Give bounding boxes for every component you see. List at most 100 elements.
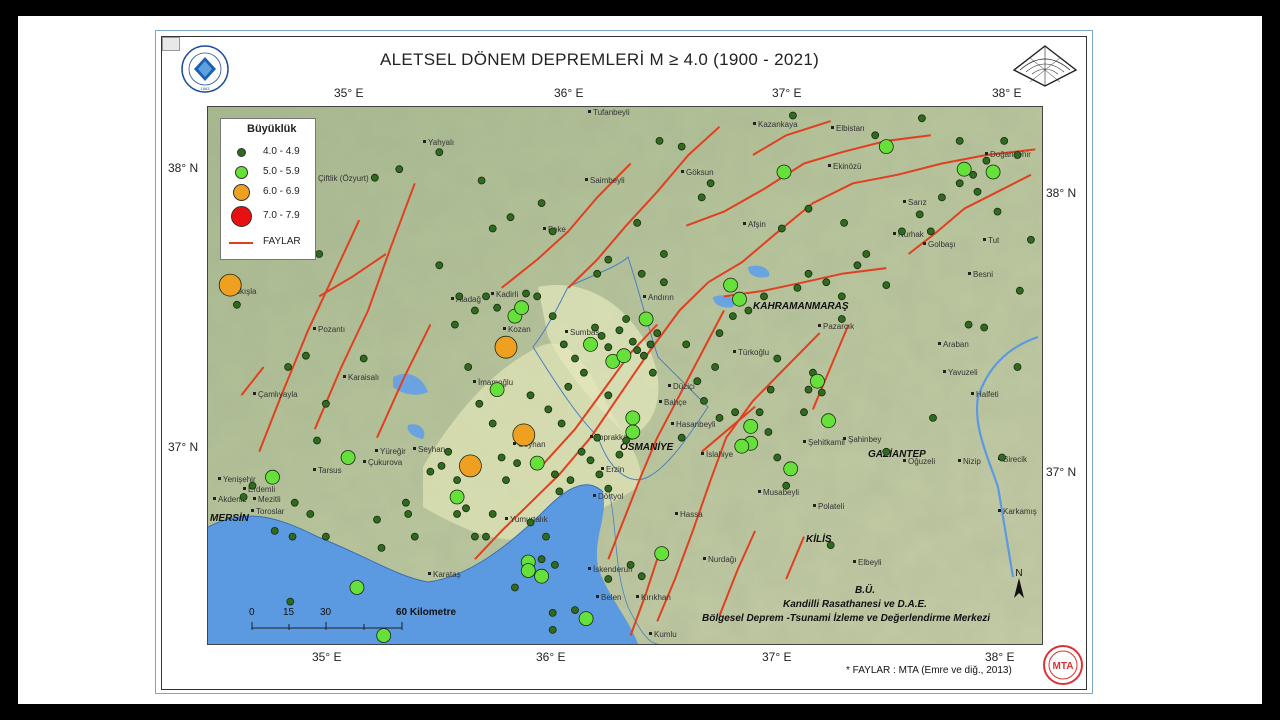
town-marker xyxy=(643,295,646,298)
map-panel[interactable]: KAHRAMANMARAŞ OSMANİYE GAZİANTEP MERSİN KİLİ… xyxy=(207,106,1043,645)
town-marker xyxy=(243,487,246,490)
earthquake-epicenter-m4 xyxy=(955,179,964,188)
town-marker xyxy=(363,460,366,463)
earthquake-epicenter-m4 xyxy=(915,210,924,219)
earthquake-epicenter-m4 xyxy=(559,340,568,349)
earthquake-epicenter-m4 xyxy=(700,396,708,405)
earthquake-epicenter-m5 xyxy=(534,568,550,584)
town-marker xyxy=(590,435,593,438)
legend-fault-line xyxy=(229,242,253,244)
right-tick-label: 37° N xyxy=(1046,465,1077,479)
credit-line3: Bölgesel Deprem -Tsunami İzleme ve Değer… xyxy=(702,613,991,624)
earthquake-epicenter-m4 xyxy=(615,326,624,335)
mta-logo-text: MTA xyxy=(1053,661,1074,672)
district-label: Elbeyli xyxy=(858,558,882,567)
earthquake-epicenter-m4 xyxy=(604,484,613,493)
earthquake-epicenter-m4 xyxy=(522,289,530,298)
district-label: Toroslar xyxy=(256,507,285,516)
earthquake-epicenter-m4 xyxy=(377,543,386,552)
earthquake-epicenter-m4 xyxy=(550,470,559,479)
earthquake-epicenter-m4 xyxy=(477,176,486,185)
earthquake-epicenter-m4 xyxy=(693,377,702,386)
earthquake-epicenter-m6 xyxy=(494,335,518,359)
town-marker xyxy=(675,512,678,515)
legend: Büyüklük 4.0 - 4.9 5.0 - 5.9 6.0 - 6.9 7… xyxy=(220,118,316,260)
earthquake-epicenter-m4 xyxy=(659,250,668,258)
legend-label: FAYLAR xyxy=(263,236,301,247)
earthquake-epicenter-m4 xyxy=(804,269,813,278)
district-label: Hasanbeyli xyxy=(676,420,716,429)
earthquake-epicenter-m4 xyxy=(564,382,573,391)
earthquake-epicenter-m4 xyxy=(306,510,315,518)
map-canvas[interactable]: KAHRAMANMARAŞOSMANİYEGAZİANTEPMERSİNKİLİ… xyxy=(208,107,1042,644)
bottom-tick-label: 37° E xyxy=(762,650,792,664)
earthquake-epicenter-m4 xyxy=(488,419,497,428)
earthquake-epicenter-m4 xyxy=(1015,286,1024,295)
earthquake-epicenter-m4 xyxy=(800,408,808,417)
district-label: Nurdağı xyxy=(708,555,736,564)
earthquake-epicenter-m4 xyxy=(557,419,566,428)
legend-item: 4.0 - 4.9 xyxy=(221,143,315,163)
earthquake-epicenter-m5 xyxy=(821,413,836,429)
district-label: Çamlıyayla xyxy=(258,390,298,399)
north-label: N xyxy=(1015,568,1022,579)
earthquake-epicenter-m4 xyxy=(435,148,444,157)
town-marker xyxy=(733,350,736,353)
earthquake-epicenter-m4 xyxy=(571,606,579,615)
scale-label: 30 xyxy=(320,607,332,618)
earthquake-epicenter-m4 xyxy=(593,269,602,278)
earthquake-epicenter-m5 xyxy=(783,461,799,477)
earthquake-epicenter-m5 xyxy=(956,161,972,177)
town-marker xyxy=(743,222,746,225)
legend-label: 6.0 - 6.9 xyxy=(263,186,300,197)
province-label: MERSİN xyxy=(210,511,250,524)
earthquake-epicenter-m5 xyxy=(349,580,365,595)
district-label: Düziçi xyxy=(673,382,695,391)
district-label: Musabeyli xyxy=(763,488,799,497)
town-marker xyxy=(593,494,596,497)
left-tick-label: 37° N xyxy=(168,440,199,454)
earthquake-epicenter-m4 xyxy=(450,320,459,329)
earthquake-epicenter-m4 xyxy=(401,498,410,507)
earthquake-epicenter-m4 xyxy=(322,532,330,541)
earthquake-epicenter-m4 xyxy=(470,306,479,315)
earthquake-epicenter-m4 xyxy=(622,315,631,323)
image-placeholder-icon xyxy=(162,37,180,51)
earthquake-epicenter-m4 xyxy=(677,142,686,151)
town-marker xyxy=(451,297,454,300)
earthquake-epicenter-m4 xyxy=(882,281,891,290)
district-label: Göksun xyxy=(686,168,714,177)
district-label: Çukurova xyxy=(368,458,403,467)
earthquake-epicenter-m4 xyxy=(655,137,664,145)
earthquake-epicenter-m4 xyxy=(302,351,310,360)
town-marker xyxy=(588,110,591,113)
district-label: Bahçe xyxy=(664,398,687,407)
district-label: Yavuzeli xyxy=(948,368,978,377)
town-marker xyxy=(818,324,821,327)
earthquake-epicenter-m4 xyxy=(435,261,444,270)
earthquake-epicenter-m5 xyxy=(616,348,632,364)
earthquake-epicenter-m4 xyxy=(840,219,848,227)
earthquake-epicenter-m4 xyxy=(648,368,657,377)
earthquake-epicenter-m4 xyxy=(548,312,557,321)
earthquake-epicenter-m4 xyxy=(817,388,826,397)
earthquake-epicenter-m4 xyxy=(731,408,739,417)
earthquake-epicenter-m4 xyxy=(453,510,462,518)
earthquake-epicenter-m4 xyxy=(470,532,479,541)
bottom-tick-label: 35° E xyxy=(312,650,342,664)
earthquake-epicenter-m4 xyxy=(537,199,546,207)
town-marker xyxy=(998,509,1001,512)
district-label: Besni xyxy=(973,270,993,279)
district-label: Sarız xyxy=(908,198,927,207)
earthquake-epicenter-m4 xyxy=(653,329,662,338)
earthquake-epicenter-m5 xyxy=(743,418,759,434)
town-marker xyxy=(985,152,988,155)
earthquake-epicenter-m5 xyxy=(985,164,1001,180)
district-label: Karaisalı xyxy=(348,373,379,382)
legend-symbol-m4 xyxy=(237,148,246,157)
earthquake-epicenter-m4 xyxy=(464,363,473,371)
town-marker xyxy=(313,468,316,471)
district-label: Ekinözü xyxy=(833,162,861,171)
earthquake-epicenter-m4 xyxy=(659,278,668,287)
district-label: Doğanşehir xyxy=(990,150,1031,159)
